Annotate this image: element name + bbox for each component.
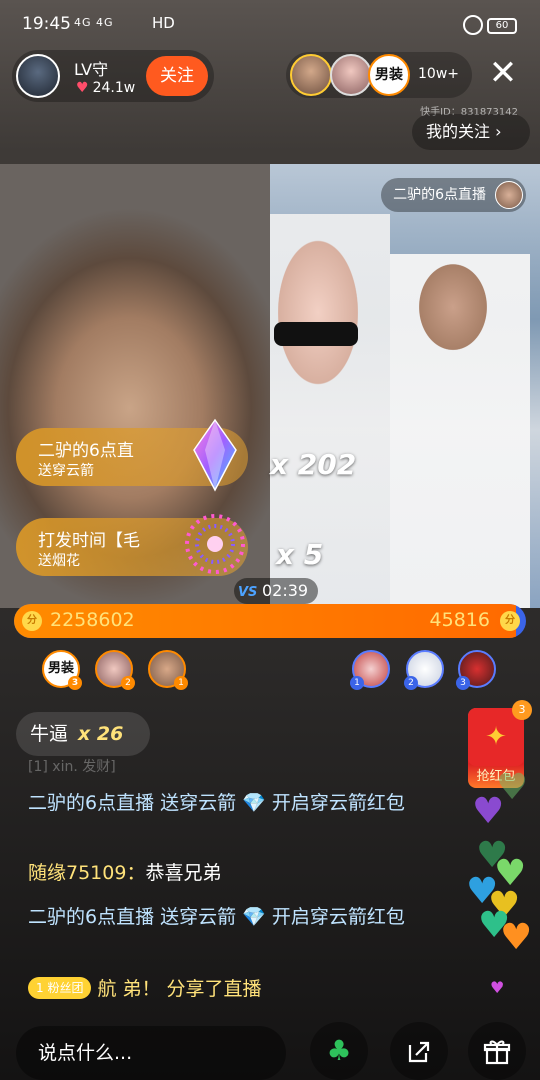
heart-icon: ♥ [490, 978, 505, 997]
featured-comment-text: 牛逼 [30, 723, 69, 745]
coin-icon: 分 [22, 611, 42, 631]
rank-avatar-label: 男装 [47, 661, 74, 676]
viewer-list[interactable]: 男装 10w+ [286, 52, 472, 98]
right-rank-avatar[interactable]: 3 [456, 650, 496, 690]
comment-input[interactable]: 说点什么... [16, 1026, 286, 1080]
pk-right-score: 45816 [429, 609, 490, 631]
host-info[interactable]: LV守 ♥ 24.1w 关注 [12, 50, 214, 102]
host-likes: ♥ 24.1w [76, 80, 135, 96]
featured-comment-combo: x 26 [78, 723, 124, 745]
right-rank-avatar[interactable]: 2 [404, 650, 444, 690]
status-time: 19:45 [22, 14, 71, 34]
heart-icon: ♥ [76, 80, 89, 96]
chevron-right-icon: › [495, 122, 502, 141]
left-rank-avatar[interactable]: 男装 3 [42, 650, 82, 690]
chat-user[interactable]: 随缘75109： [28, 862, 145, 884]
red-packet-count: 3 [512, 700, 532, 720]
chat-message[interactable]: 二驴的6点直播 送穿云箭 💎 开启穿云箭红包 [28, 904, 428, 930]
vs-icon: VS [238, 585, 258, 600]
chat-user[interactable]: 航 弟！ [97, 978, 160, 1000]
host-likes-value: 24.1w [92, 80, 136, 96]
right-rank-avatar[interactable]: 1 [350, 650, 390, 690]
chat-text: 恭喜兄弟 [145, 862, 222, 884]
battery-icon: 60 [487, 18, 517, 34]
viewer-avatar[interactable] [330, 54, 372, 96]
signal-icon: 4G 4G [74, 16, 114, 29]
left-rank-avatar[interactable]: 1 [148, 650, 188, 690]
status-bar: 19:45 4G 4G HD 60 [0, 0, 540, 52]
gift-sender: 二驴的6点直 [38, 441, 134, 461]
rank-badge: 1 [174, 676, 188, 690]
alarm-icon [463, 15, 483, 35]
my-follow-label: 我的关注 [426, 122, 491, 141]
rank-badge: 3 [456, 676, 470, 690]
live-room: 19:45 4G 4G HD 60 LV守 ♥ 24.1w 关注 男装 10w+ … [0, 0, 540, 1080]
heart-icon: ♥ [496, 767, 529, 808]
gift-combo: x 5 [276, 538, 324, 571]
gift-sender: 打发时间【毛 [38, 531, 140, 551]
gift-icon[interactable] [468, 1022, 526, 1080]
featured-comment: 牛逼 x 26 [16, 712, 150, 756]
pk-left-score: 2258602 [50, 609, 135, 631]
rocket-gift-icon [193, 418, 237, 492]
opponent-avatar [495, 181, 523, 209]
gift-combo: x 202 [270, 448, 357, 481]
gift-action: 送烟花 [38, 553, 80, 569]
chat-message[interactable]: 随缘75109：恭喜兄弟 [28, 860, 428, 886]
pk-timer-value: 02:39 [262, 581, 309, 600]
gift-banner: 二驴的6点直 送穿云箭 [16, 418, 248, 492]
pk-timer: VS 02:39 [234, 578, 319, 604]
gift-banner: 打发时间【毛 送烟花 [16, 514, 248, 576]
chat-text: 分享了直播 [166, 978, 262, 1000]
heart-icon: ♥ [500, 917, 533, 958]
pk-progress-bar[interactable]: 分 2258602 45816 分 [14, 604, 526, 638]
chat-text: 送穿云箭 💎 开启穿云箭红包 [160, 792, 405, 814]
close-icon[interactable]: ✕ [484, 56, 522, 94]
left-rank-avatar[interactable]: 2 [95, 650, 135, 690]
opponent-tag[interactable]: 二驴的6点直播 [381, 178, 526, 212]
chat-text: 送穿云箭 💎 开启穿云箭红包 [160, 906, 405, 928]
rank-badge: 1 [350, 676, 364, 690]
fan-club-badge: 1 粉丝团 [28, 977, 92, 999]
firework-gift-icon [185, 514, 245, 574]
share-icon[interactable] [390, 1022, 448, 1080]
gift-icon-glyph [483, 1040, 511, 1065]
my-follow-button[interactable]: 我的关注 › [412, 114, 530, 150]
chat-message-faded: [1] xin. 发财] [28, 759, 116, 775]
host-name: LV守 [74, 60, 109, 79]
chat-user[interactable]: 二驴的6点直播 [28, 792, 154, 814]
gift-action: 送穿云箭 [38, 463, 94, 479]
rank-badge: 3 [68, 676, 82, 690]
clover-icon[interactable]: ♣ [310, 1022, 368, 1080]
chat-message[interactable]: 二驴的6点直播 送穿云箭 💎 开启穿云箭红包 [28, 790, 428, 816]
host-avatar[interactable] [16, 54, 60, 98]
opponent-name: 二驴的6点直播 [393, 187, 486, 203]
viewer-count[interactable]: 10w+ [418, 66, 459, 82]
chat-message[interactable]: 1 粉丝团航 弟！ 分享了直播 [28, 976, 428, 1002]
share-icon-glyph [408, 1041, 430, 1063]
sunglasses-shape [274, 322, 358, 346]
video-person [390, 254, 530, 608]
wifi-hd-label: HD [152, 14, 175, 32]
floating-hearts: ♥ ♥ ♥ ♥ ♥ ♥ ♥ ♥ ♥ [460, 770, 540, 1020]
chat-user[interactable]: 二驴的6点直播 [28, 906, 154, 928]
follow-button[interactable]: 关注 [146, 56, 208, 96]
viewer-avatar[interactable]: 男装 [368, 54, 410, 96]
viewer-avatar[interactable] [290, 54, 332, 96]
rank-badge: 2 [121, 676, 135, 690]
coin-icon: 分 [500, 611, 520, 631]
rank-badge: 2 [404, 676, 418, 690]
